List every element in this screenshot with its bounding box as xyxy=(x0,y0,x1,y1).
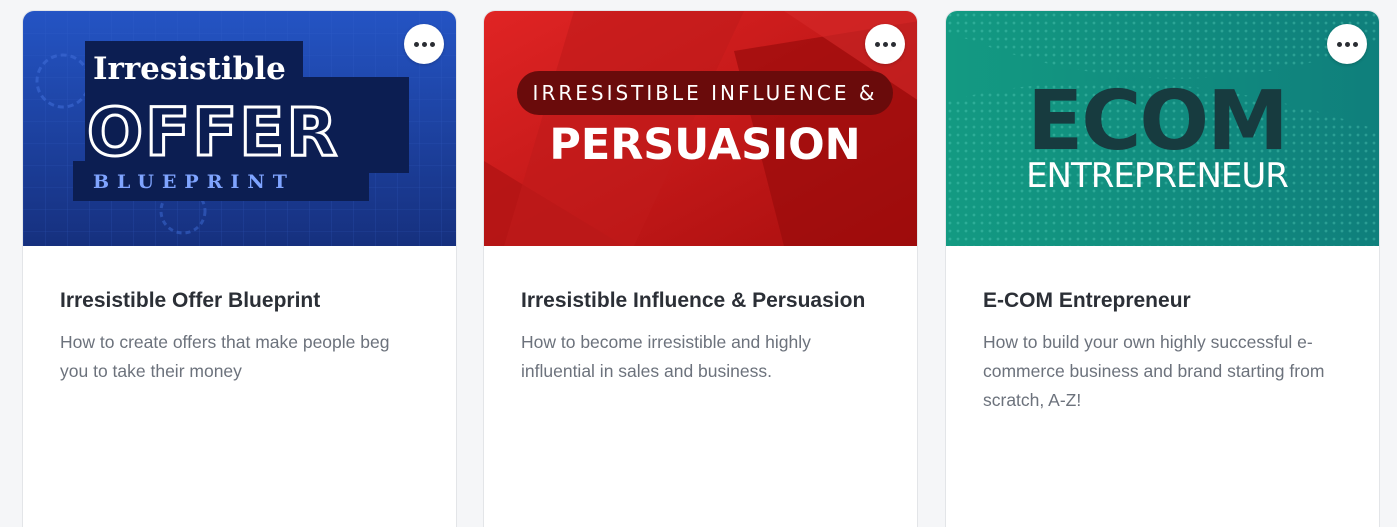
course-thumbnail[interactable]: Irresistible OFFER BLUEPRINT xyxy=(23,11,456,246)
course-card-irresistible-offer-blueprint[interactable]: Irresistible OFFER BLUEPRINT Irresistibl… xyxy=(22,10,457,527)
course-grid: Irresistible OFFER BLUEPRINT Irresistibl… xyxy=(0,0,1397,527)
course-card-body: Irresistible Offer Blueprint How to crea… xyxy=(23,246,456,386)
thumbnail-artwork: IRRESISTIBLE INFLUENCE & PERSUASION xyxy=(484,11,917,246)
more-options-button[interactable] xyxy=(865,24,905,64)
thumbnail-line1: Irresistible xyxy=(93,51,286,87)
course-card-body: Irresistible Influence & Persuasion How … xyxy=(484,246,917,386)
more-options-button[interactable] xyxy=(1327,24,1367,64)
more-horizontal-icon xyxy=(413,41,435,47)
course-thumbnail[interactable]: IRRESISTIBLE INFLUENCE & PERSUASION xyxy=(484,11,917,246)
thumbnail-line2: PERSUASION xyxy=(549,120,860,170)
course-card-ecom-entrepreneur[interactable]: ECOM ENTREPRENEUR E-COM Entrepreneur How… xyxy=(945,10,1380,527)
course-title[interactable]: Irresistible Offer Blueprint xyxy=(60,288,419,314)
thumbnail-artwork: Irresistible OFFER BLUEPRINT xyxy=(23,11,456,246)
thumbnail-line1: IRRESISTIBLE INFLUENCE & xyxy=(533,81,878,105)
thumbnail-artwork: ECOM ENTREPRENEUR xyxy=(946,11,1379,246)
course-card-irresistible-influence-persuasion[interactable]: IRRESISTIBLE INFLUENCE & PERSUASION Irre… xyxy=(483,10,918,527)
course-thumbnail[interactable]: ECOM ENTREPRENEUR xyxy=(946,11,1379,246)
thumbnail-line2: OFFER xyxy=(87,94,339,171)
more-horizontal-icon xyxy=(874,41,896,47)
course-title[interactable]: E-COM Entrepreneur xyxy=(983,288,1342,314)
course-description: How to become irresistible and highly in… xyxy=(521,332,811,381)
course-title[interactable]: Irresistible Influence & Persuasion xyxy=(521,288,880,314)
more-options-button[interactable] xyxy=(404,24,444,64)
thumbnail-line2: ENTREPRENEUR xyxy=(1026,156,1288,196)
thumbnail-line3: BLUEPRINT xyxy=(93,171,295,193)
more-horizontal-icon xyxy=(1336,41,1358,47)
course-description: How to create offers that make people be… xyxy=(60,332,390,381)
course-card-body: E-COM Entrepreneur How to build your own… xyxy=(946,246,1379,415)
thumbnail-line1: ECOM xyxy=(1027,74,1287,169)
course-description: How to build your own highly successful … xyxy=(983,332,1325,410)
